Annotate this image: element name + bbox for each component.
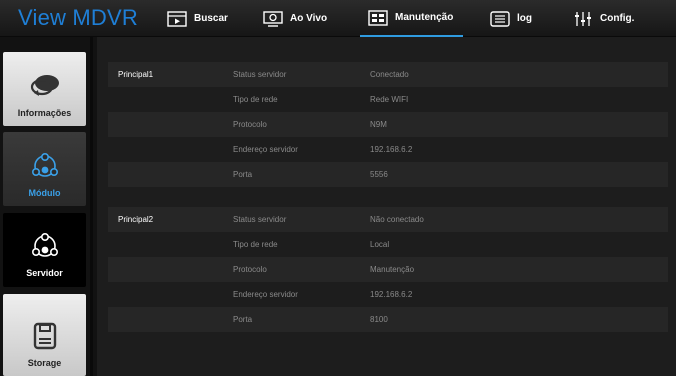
tab-label: Config. — [600, 13, 635, 24]
field-value: 192.168.6.2 — [370, 145, 413, 154]
field-value: 192.168.6.2 — [370, 290, 413, 299]
field-label: Porta — [233, 170, 253, 179]
server-nodes-icon — [31, 232, 58, 257]
table-row: Porta 5556 — [108, 162, 668, 187]
field-label: Status servidor — [233, 70, 287, 79]
table-row: Tipo de rede Local — [108, 232, 668, 257]
field-label: Status servidor — [233, 215, 287, 224]
app-title: View MDVR — [18, 5, 138, 30]
field-value: Local — [370, 240, 390, 249]
sidebar: Informações Módulo Servidor Storage — [0, 37, 97, 376]
field-label: Porta — [233, 315, 253, 324]
field-value: Conectado — [370, 70, 409, 79]
server-group-principal2: Principal2 Status servidor Não conectado… — [108, 207, 668, 332]
tab-config[interactable]: Config. — [573, 0, 634, 37]
sidebar-divider — [90, 37, 93, 376]
server-group-principal1: Principal1 Status servidor Conectado Tip… — [108, 62, 668, 187]
table-row: Principal2 Status servidor Não conectado — [108, 207, 668, 232]
sidebar-item-label: Informações — [17, 108, 72, 118]
field-label: Protocolo — [233, 265, 267, 274]
tab-label: Manutenção — [395, 12, 454, 23]
sidebar-item-servidor[interactable]: Servidor — [3, 213, 86, 287]
chat-bubble-icon — [30, 75, 59, 96]
field-value: Não conectado — [370, 215, 424, 224]
field-value: N9M — [370, 120, 387, 129]
table-row: Protocolo N9M — [108, 112, 668, 137]
top-nav-bar: View MDVR Buscar Ao Vivo Manutenção log … — [0, 0, 676, 37]
table-row: Endereço servidor 192.168.6.2 — [108, 137, 668, 162]
tab-ao-vivo[interactable]: Ao Vivo — [263, 0, 327, 37]
tab-manutencao[interactable]: Manutenção — [360, 0, 464, 37]
search-video-icon — [167, 10, 187, 27]
config-sliders-icon — [575, 11, 591, 26]
table-row: Principal1 Status servidor Conectado — [108, 62, 668, 87]
sidebar-item-modulo[interactable]: Módulo — [3, 132, 86, 206]
sidebar-item-label: Módulo — [28, 188, 61, 198]
floppy-disk-icon — [33, 322, 56, 350]
tab-buscar[interactable]: Buscar — [167, 0, 228, 37]
field-label: Protocolo — [233, 120, 267, 129]
field-value: Manutenção — [370, 265, 415, 274]
table-row: Porta 8100 — [108, 307, 668, 332]
sidebar-item-label: Servidor — [26, 268, 63, 278]
table-row: Endereço servidor 192.168.6.2 — [108, 282, 668, 307]
log-list-icon — [490, 10, 510, 27]
field-label: Tipo de rede — [233, 240, 278, 249]
sidebar-item-informacoes[interactable]: Informações — [3, 52, 86, 126]
tab-log[interactable]: log — [490, 0, 532, 37]
live-camera-icon — [263, 10, 283, 27]
maintenance-icon — [368, 9, 388, 26]
tab-label: Ao Vivo — [290, 13, 328, 24]
field-label: Tipo de rede — [233, 95, 278, 104]
field-label: Endereço servidor — [233, 145, 298, 154]
server-name: Principal1 — [118, 70, 154, 79]
tab-label: Buscar — [194, 13, 228, 24]
server-name: Principal2 — [118, 215, 154, 224]
tab-label: log — [517, 13, 532, 24]
field-value: 8100 — [370, 315, 388, 324]
table-row: Protocolo Manutenção — [108, 257, 668, 282]
field-value: Rede WIFI — [370, 95, 409, 104]
field-label: Endereço servidor — [233, 290, 298, 299]
sidebar-item-label: Storage — [27, 358, 62, 368]
table-row: Tipo de rede Rede WIFI — [108, 87, 668, 112]
module-nodes-icon — [31, 152, 58, 177]
field-value: 5556 — [370, 170, 388, 179]
sidebar-item-storage[interactable]: Storage — [3, 294, 86, 376]
server-info-panel: Principal1 Status servidor Conectado Tip… — [108, 62, 668, 332]
